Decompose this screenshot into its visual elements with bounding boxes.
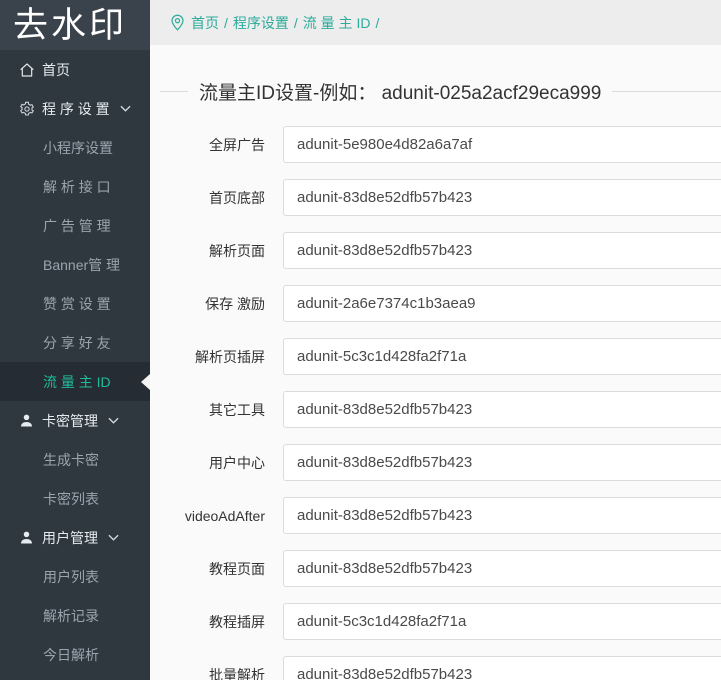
sidebar-item-banner-management[interactable]: Banner管 理 [0, 245, 150, 284]
sidebar-item-card-list[interactable]: 卡密列表 [0, 479, 150, 518]
sidebar-item-label: 今日解析 [43, 646, 99, 663]
sidebar-group-user-management[interactable]: 用户管理 [0, 518, 150, 557]
form-row: 教程插屏 [150, 603, 721, 640]
sidebar-item-user-list[interactable]: 用户列表 [0, 557, 150, 596]
chevron-down-icon [108, 417, 119, 424]
form-row: 首页底部 [150, 179, 721, 216]
home-icon [18, 61, 35, 78]
field-label: 首页底部 [209, 189, 265, 206]
title-divider-right [612, 90, 721, 92]
field-label: 教程插屏 [209, 613, 265, 630]
chevron-down-icon [120, 105, 131, 112]
sidebar-item-traffic-owner-id[interactable]: 流 量 主 ID [0, 362, 150, 401]
sidebar-group-card-management[interactable]: 卡密管理 [0, 401, 150, 440]
page-title: 流量主ID设置-例如： adunit-025a2acf29eca999 [160, 73, 721, 109]
app-window: 去水印 首页 程 序 设 置 小程序设置 解 析 接 口 广 告 管 理 Ban… [0, 0, 721, 680]
sidebar-item-parse-records[interactable]: 解析记录 [0, 596, 150, 635]
sidebar-item-label: 广 告 管 理 [43, 217, 111, 234]
form-row: 保存 激励 [150, 285, 721, 322]
form-row: 解析页面 [150, 232, 721, 269]
sidebar-item-label: 流 量 主 ID [43, 373, 111, 390]
sidebar-group-label: 用户管理 [42, 529, 98, 546]
breadcrumb-separator: / [224, 14, 228, 31]
breadcrumb-separator: / [375, 14, 380, 31]
field-label: 其它工具 [209, 401, 265, 418]
sidebar: 去水印 首页 程 序 设 置 小程序设置 解 析 接 口 广 告 管 理 Ban… [0, 0, 150, 680]
field-label: videoAdAfter [184, 507, 265, 524]
sidebar-item-label: 小程序设置 [43, 139, 113, 156]
gear-icon [18, 100, 35, 117]
field-label: 解析页插屏 [195, 348, 265, 365]
user-icon [18, 529, 35, 546]
field-label: 批量解析 [209, 666, 265, 680]
sidebar-menu: 首页 程 序 设 置 小程序设置 解 析 接 口 广 告 管 理 Banner管… [0, 50, 150, 674]
field-label: 教程页面 [209, 560, 265, 577]
tutorial-interstitial-input[interactable] [283, 603, 721, 640]
sidebar-item-label: Banner管 理 [43, 256, 121, 273]
tutorial-page-input[interactable] [283, 550, 721, 587]
sidebar-item-label: 生成卡密 [43, 451, 99, 468]
fullscreen-ad-input[interactable] [283, 126, 721, 163]
sidebar-group-label: 程 序 设 置 [42, 100, 110, 117]
sidebar-item-label: 首页 [42, 61, 70, 78]
sidebar-item-miniprogram-settings[interactable]: 小程序设置 [0, 128, 150, 167]
sidebar-group-label: 卡密管理 [42, 412, 98, 429]
sidebar-item-label: 解 析 接 口 [43, 178, 111, 195]
field-label: 用户中心 [209, 454, 265, 471]
other-tools-input[interactable] [283, 391, 721, 428]
breadcrumb-current: 流 量 主 ID [302, 14, 371, 31]
save-reward-input[interactable] [283, 285, 721, 322]
form-row: 教程页面 [150, 550, 721, 587]
breadcrumb: 首页 / 程序设置 / 流 量 主 ID / [150, 0, 721, 45]
sidebar-item-label: 分 享 好 友 [43, 334, 111, 351]
active-item-arrow [141, 373, 150, 390]
form-row: videoAdAfter [150, 497, 721, 534]
sidebar-item-home[interactable]: 首页 [0, 50, 150, 89]
parse-page-input[interactable] [283, 232, 721, 269]
form-row: 批量解析 [150, 656, 721, 680]
breadcrumb-home-link[interactable]: 首页 [191, 13, 219, 33]
main-content: 首页 / 程序设置 / 流 量 主 ID / 流量主ID设置-例如： aduni… [150, 0, 721, 680]
sidebar-item-generate-card[interactable]: 生成卡密 [0, 440, 150, 479]
batch-parse-input[interactable] [283, 656, 721, 680]
breadcrumb-settings-link[interactable]: 程序设置 [233, 13, 289, 33]
chevron-down-icon [108, 534, 119, 541]
sidebar-item-label: 用户列表 [43, 568, 99, 585]
app-logo: 去水印 [0, 0, 150, 50]
field-label: 全屏广告 [209, 136, 265, 153]
sidebar-item-reward-settings[interactable]: 赞 赏 设 置 [0, 284, 150, 323]
title-divider-left [160, 90, 188, 92]
form-row: 解析页插屏 [150, 338, 721, 375]
home-bottom-input[interactable] [283, 179, 721, 216]
field-label: 保存 激励 [205, 295, 265, 312]
breadcrumb-separator: / [293, 14, 298, 31]
sidebar-item-label: 赞 赏 设 置 [43, 295, 111, 312]
page-title-text: 流量主ID设置-例如： adunit-025a2acf29eca999 [199, 82, 602, 104]
form-row: 其它工具 [150, 391, 721, 428]
sidebar-group-program-settings[interactable]: 程 序 设 置 [0, 89, 150, 128]
sidebar-item-today-parse[interactable]: 今日解析 [0, 635, 150, 674]
sidebar-item-parse-api[interactable]: 解 析 接 口 [0, 167, 150, 206]
user-center-input[interactable] [283, 444, 721, 481]
user-icon [18, 412, 35, 429]
sidebar-item-label: 解析记录 [43, 607, 99, 624]
sidebar-item-label: 卡密列表 [43, 490, 99, 507]
form-row: 全屏广告 [150, 126, 721, 163]
parse-interstitial-input[interactable] [283, 338, 721, 375]
form-row: 用户中心 [150, 444, 721, 481]
sidebar-item-ad-management[interactable]: 广 告 管 理 [0, 206, 150, 245]
field-label: 解析页面 [209, 242, 265, 259]
sidebar-item-share-friends[interactable]: 分 享 好 友 [0, 323, 150, 362]
location-pin-icon [170, 14, 185, 31]
video-ad-after-input[interactable] [283, 497, 721, 534]
adunit-form: 全屏广告 首页底部 解析页面 保存 激励 解析页插屏 其它工具 [150, 126, 721, 680]
